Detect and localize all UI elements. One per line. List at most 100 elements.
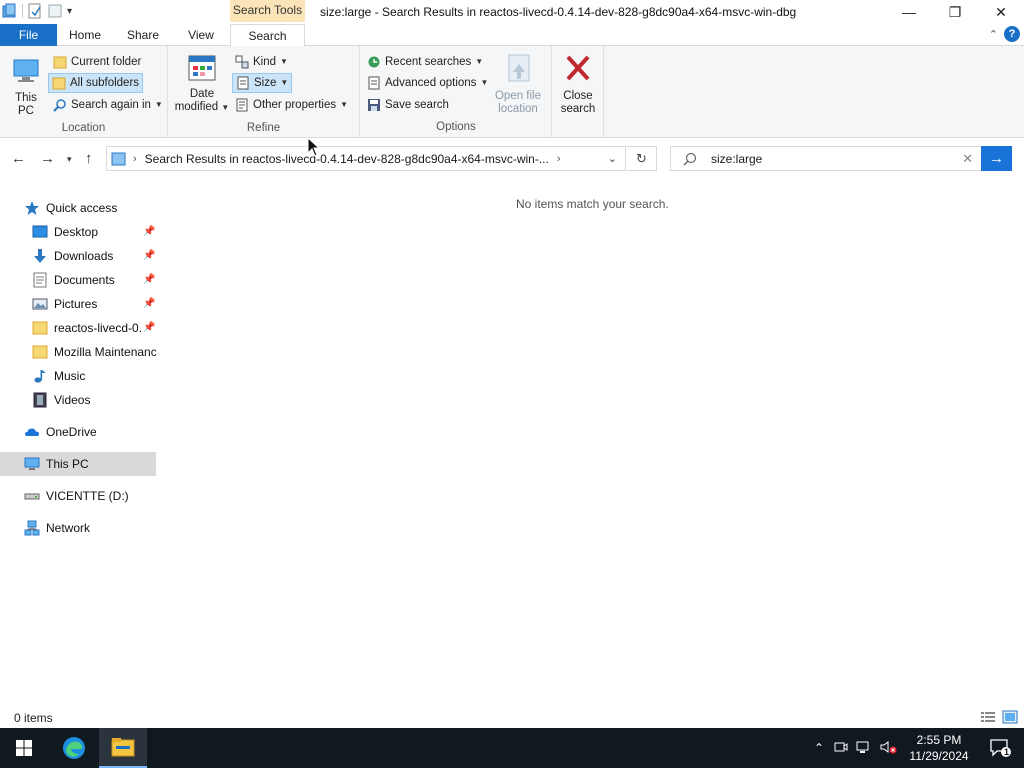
sidebar-item-downloads[interactable]: Downloads	[32, 244, 156, 268]
clock[interactable]: 2:55 PM 11/29/2024	[906, 732, 972, 764]
back-arrow-icon[interactable]: ←	[11, 150, 26, 167]
save-search-button[interactable]: Save search	[364, 95, 452, 115]
save-icon	[368, 99, 380, 111]
windows-logo-icon	[16, 740, 32, 756]
size-button[interactable]: Size ▼	[232, 73, 293, 93]
computer-icon	[24, 456, 40, 472]
this-pc-button[interactable]: This PC	[6, 52, 46, 118]
search-go-button[interactable]: →	[981, 146, 1012, 171]
sidebar-item-label: Quick access	[46, 201, 118, 215]
tab-home[interactable]: Home	[62, 24, 108, 46]
folder-icon	[53, 56, 67, 69]
film-icon	[32, 392, 48, 408]
this-pc-label: This PC	[15, 92, 37, 117]
breadcrumb-chevron-icon[interactable]: ›	[133, 153, 137, 165]
volume-muted-icon[interactable]	[880, 740, 898, 757]
meet-now-icon[interactable]	[834, 740, 848, 757]
search-input[interactable]: size:large	[711, 152, 762, 166]
address-bar[interactable]: › Search Results in reactos-livecd-0.4.1…	[106, 146, 626, 171]
open-file-location-label-line1: Open file	[494, 90, 542, 102]
search-icon	[683, 152, 697, 166]
clock-date: 11/29/2024	[909, 749, 969, 763]
tab-search[interactable]: Search	[230, 24, 305, 47]
close-group: Close search	[552, 46, 604, 138]
edge-browser-button[interactable]	[50, 728, 98, 768]
customize-qat-chevron-icon[interactable]: ▾	[67, 6, 72, 17]
maximize-button[interactable]: ❐	[932, 0, 978, 24]
all-subfolders-button[interactable]: All subfolders	[48, 73, 144, 93]
folder-app-icon[interactable]	[2, 3, 18, 19]
sidebar-item-this-pc[interactable]: This PC	[0, 452, 156, 476]
sidebar-item-network[interactable]: Network	[24, 516, 156, 540]
folder-icon	[32, 320, 48, 336]
properties-icon[interactable]	[27, 3, 43, 19]
file-explorer-taskbar-button[interactable]	[99, 728, 147, 768]
sidebar-item-pictures[interactable]: Pictures	[32, 292, 156, 316]
empty-results-message: No items match your search.	[516, 197, 669, 211]
breadcrumb-chevron-icon[interactable]: ›	[557, 153, 561, 165]
large-icons-view-icon[interactable]	[1002, 710, 1018, 727]
sidebar-item-videos[interactable]: Videos	[32, 388, 156, 412]
close-search-button[interactable]: Close search	[556, 52, 600, 116]
refresh-icon[interactable]: ↻	[627, 146, 657, 171]
folder-icon	[32, 344, 48, 360]
sidebar-item-label: Music	[54, 369, 86, 383]
tab-share[interactable]: Share	[120, 24, 166, 46]
up-arrow-icon[interactable]: ↑	[85, 150, 93, 167]
ribbon-tabs: File Home Share View Search ⌃ ?	[0, 24, 1024, 47]
all-subfolders-label: All subfolders	[70, 77, 140, 89]
kind-icon	[235, 55, 249, 69]
close-button[interactable]: ✕	[978, 0, 1024, 24]
sidebar-item-music[interactable]: Music	[32, 364, 156, 388]
search-again-in-label: Search again in	[71, 99, 151, 111]
address-dropdown-icon[interactable]: ⌄	[608, 152, 617, 165]
ribbon: This PC Current folder All subfolders Se…	[0, 46, 1024, 138]
refine-group: Date modified ▼ Kind ▼ Size ▼ Other prop…	[168, 46, 360, 138]
pin-icon: 📌	[143, 322, 156, 333]
kind-button[interactable]: Kind ▼	[232, 52, 291, 72]
details-view-icon[interactable]	[980, 710, 996, 727]
tab-file[interactable]: File	[0, 24, 57, 46]
show-hidden-icons-chevron-icon[interactable]: ⌃	[814, 741, 824, 755]
sidebar-item-reactos-livecd[interactable]: reactos-livecd-0.	[32, 316, 142, 340]
other-properties-icon	[236, 98, 248, 112]
current-folder-button[interactable]: Current folder	[50, 52, 144, 72]
collapse-ribbon-chevron-icon[interactable]: ⌃	[989, 28, 998, 41]
search-box[interactable]: size:large ✕	[670, 146, 982, 171]
date-modified-button[interactable]: Date modified ▼	[174, 52, 230, 114]
sidebar-item-label: reactos-livecd-0.	[54, 321, 142, 335]
sidebar-item-documents[interactable]: Documents	[32, 268, 156, 292]
dropdown-caret-icon: ▼	[340, 100, 349, 109]
sidebar-item-desktop[interactable]: Desktop	[32, 220, 156, 244]
size-label: Size	[254, 77, 277, 89]
search-again-in-button[interactable]: Search again in ▼	[50, 95, 166, 115]
advanced-options-button[interactable]: Advanced options ▼	[364, 73, 491, 93]
pin-icon: 📌	[143, 274, 156, 285]
sidebar-item-mozilla-maintenance[interactable]: Mozilla Maintenanc	[32, 340, 156, 364]
sidebar-item-drive-d[interactable]: VICENTTE (D:)	[24, 484, 156, 508]
refine-group-label: Refine	[246, 122, 281, 134]
pin-icon: 📌	[143, 250, 156, 261]
clear-search-icon[interactable]: ✕	[962, 151, 973, 167]
network-status-icon[interactable]	[856, 740, 872, 757]
sidebar-item-quick-access[interactable]: Quick access	[24, 196, 156, 220]
address-path[interactable]: Search Results in reactos-livecd-0.4.14-…	[145, 152, 549, 166]
close-x-icon	[566, 55, 590, 81]
tab-view[interactable]: View	[178, 24, 224, 46]
other-properties-button[interactable]: Other properties ▼	[232, 95, 351, 115]
pictures-icon	[32, 296, 48, 312]
recent-locations-chevron-icon[interactable]: ▾	[67, 154, 72, 165]
open-file-location-button[interactable]: Open file location	[490, 52, 546, 116]
new-folder-icon[interactable]	[47, 3, 63, 19]
view-toggles	[980, 710, 1018, 727]
sidebar-item-onedrive[interactable]: OneDrive	[24, 420, 156, 444]
edge-icon	[63, 737, 85, 759]
action-center-button[interactable]: 1	[976, 728, 1024, 768]
recent-searches-button[interactable]: Recent searches ▼	[364, 52, 486, 72]
forward-arrow-icon[interactable]: →	[40, 150, 55, 167]
start-button[interactable]	[0, 728, 48, 768]
computer-icon	[13, 59, 39, 82]
minimize-button[interactable]: —	[886, 0, 932, 24]
date-modified-label-line2: modified ▼	[174, 101, 230, 113]
help-icon[interactable]: ?	[1004, 26, 1020, 42]
